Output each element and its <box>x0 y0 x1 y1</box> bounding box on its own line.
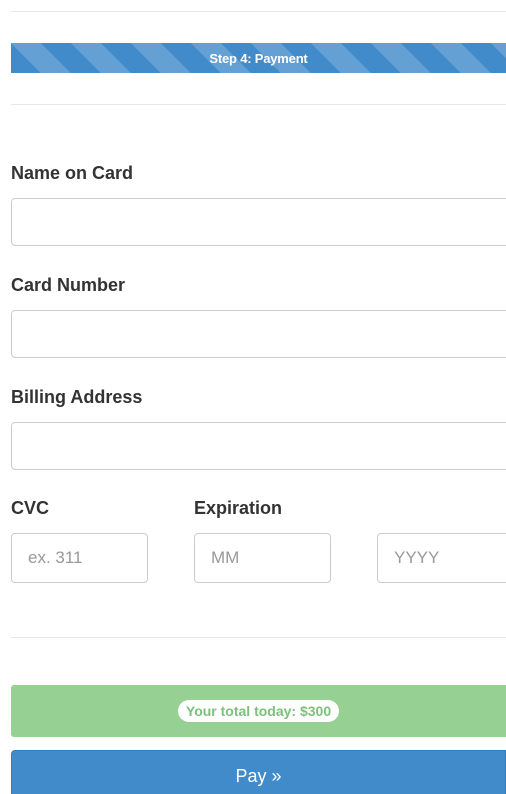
section-divider <box>11 104 506 105</box>
payment-page: Step 4: Payment Name on Card Card Number… <box>0 0 506 794</box>
progress-label: Step 4: Payment <box>209 50 308 66</box>
card-number-input[interactable] <box>11 310 506 358</box>
form-divider <box>11 637 506 638</box>
total-bar: Your total today: $300 <box>11 685 506 737</box>
expiration-label: Expiration <box>194 498 283 518</box>
top-divider <box>11 11 506 12</box>
pay-button[interactable]: Pay » <box>11 750 506 794</box>
progress-bar: Step 4: Payment <box>11 43 506 73</box>
cvc-input[interactable] <box>11 533 148 583</box>
expiration-month-input[interactable] <box>194 533 331 583</box>
cvc-label: CVC <box>11 498 50 518</box>
name-on-card-label: Name on Card <box>11 163 134 183</box>
name-on-card-input[interactable] <box>11 198 506 246</box>
billing-address-input[interactable] <box>11 422 506 470</box>
total-badge: Your total today: $300 <box>177 700 340 722</box>
card-number-label: Card Number <box>11 275 126 295</box>
expiration-year-input[interactable] <box>377 533 506 583</box>
billing-address-label: Billing Address <box>11 387 143 407</box>
